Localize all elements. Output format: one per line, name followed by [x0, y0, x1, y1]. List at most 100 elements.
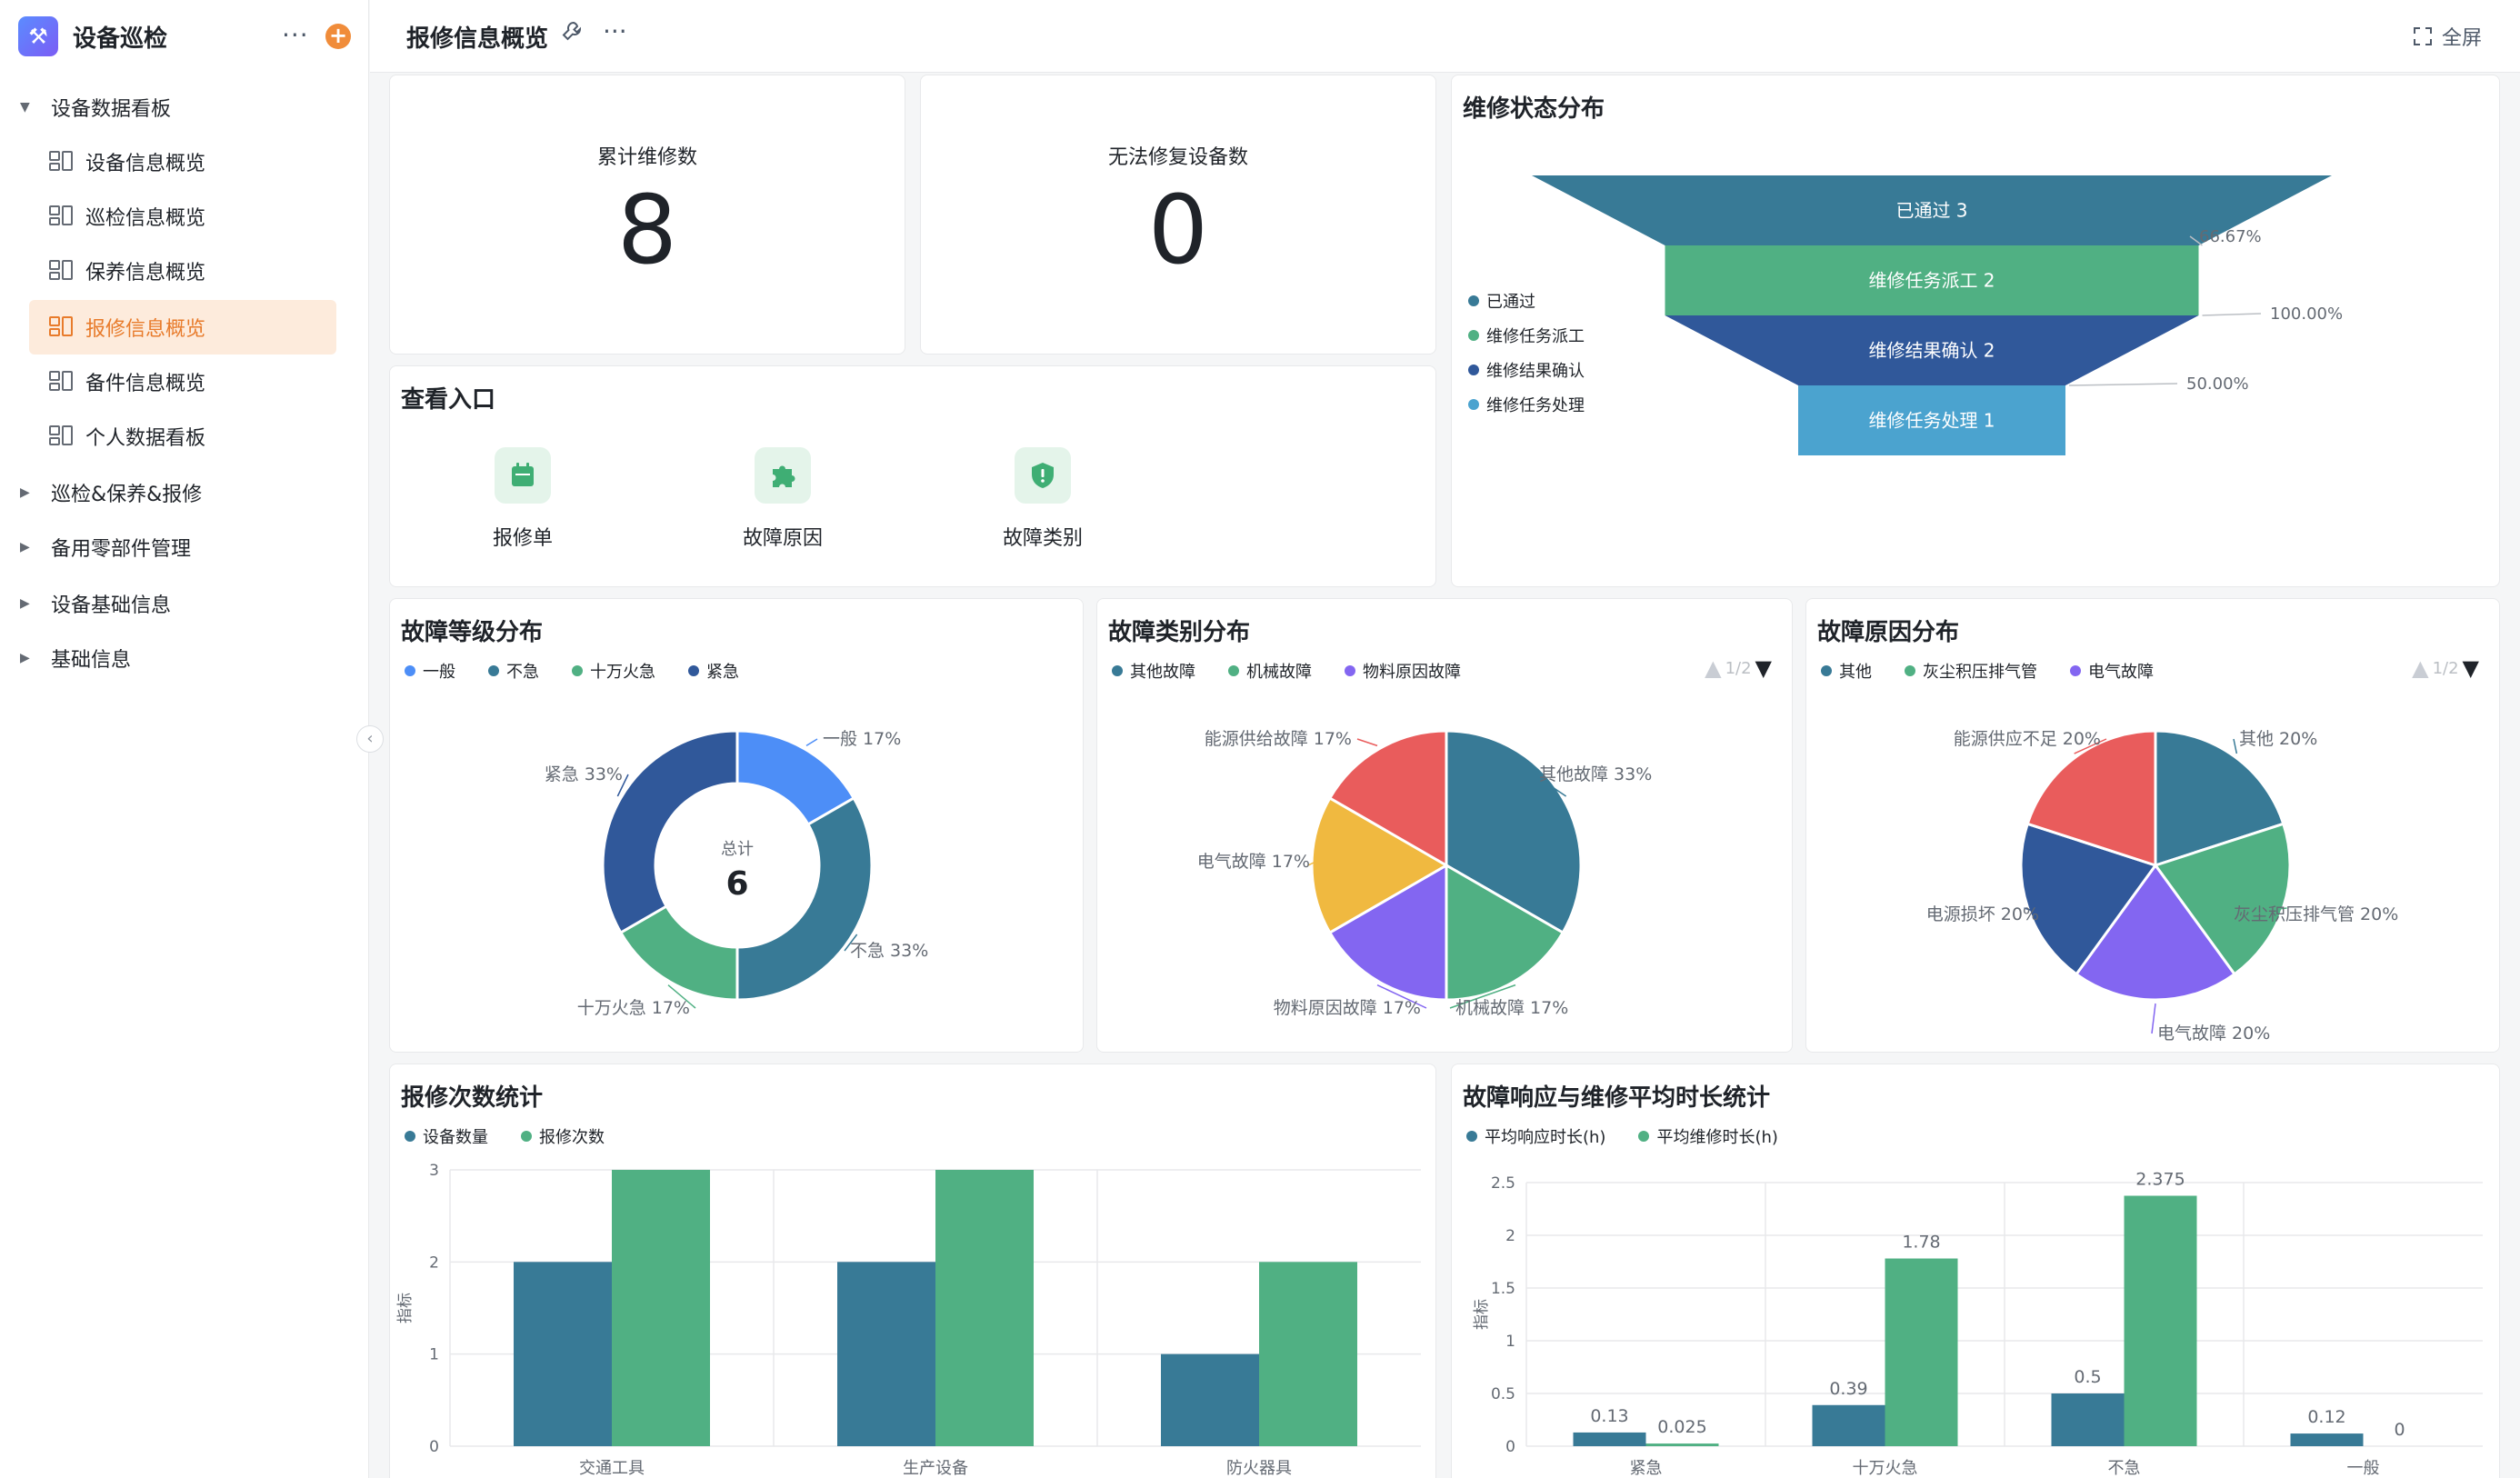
x-tick-label: 生产设备 — [903, 1459, 968, 1478]
y-tick-label: 0 — [1505, 1438, 1515, 1456]
slice-label: 能源供给故障 17% — [1205, 729, 1352, 749]
nav-page-maintenance-overview[interactable]: 保养信息概览 — [29, 244, 336, 298]
leader-line — [2202, 313, 2262, 316]
app-logo-icon: ⚒ — [18, 16, 58, 56]
entry-fault-cause[interactable]: 故障原因 — [715, 447, 851, 551]
add-icon[interactable]: + — [325, 24, 351, 49]
pie-card-fault-cause: 故障原因分布 其他 灰尘积压排气管 电气故障 ▲ 1/2 ▼ 其他 20% 灰尘积… — [1805, 598, 2500, 1053]
fullscreen-button[interactable]: 全屏 — [2413, 22, 2482, 51]
bar — [1645, 1443, 1719, 1446]
pie-card-fault-category: 故障类别分布 其他故障 机械故障 物料原因故障 ▲ 1/2 ▼ 其他故障 33%… — [1096, 598, 1793, 1053]
nav-group-inspection-maintenance-repair[interactable]: ▶ 巡检&保养&报修 — [0, 465, 369, 520]
bar — [2051, 1393, 2125, 1446]
kpi-card-unrepairable: 无法修复设备数 0 — [920, 75, 1436, 355]
bar — [837, 1262, 935, 1446]
bar-card-response-duration: 故障响应与维修平均时长统计 平均响应时长(h) 平均维修时长(h) 0 0.5 1 1… — [1451, 1064, 2500, 1478]
nav-page-label: 个人数据看板 — [85, 427, 206, 450]
bar — [2124, 1195, 2197, 1446]
bar — [1885, 1258, 1958, 1446]
collapse-sidebar-icon[interactable]: ‹ — [356, 725, 384, 753]
caret-right-icon: ▶ — [20, 651, 30, 665]
nav-page-personal-dashboard[interactable]: 个人数据看板 — [29, 409, 336, 464]
caret-right-icon: ▶ — [20, 596, 30, 611]
bar-value-label: 1.78 — [1902, 1233, 1940, 1253]
conversion-label: 100.00% — [2270, 305, 2343, 324]
dashboard-icon — [49, 151, 73, 173]
slice-label: 十万火急 17% — [577, 998, 690, 1018]
y-tick-label: 1 — [429, 1346, 439, 1364]
y-tick-label: 0.5 — [1491, 1385, 1515, 1403]
leader-line — [2068, 383, 2178, 386]
entry-repair-order[interactable]: 报修单 — [455, 447, 591, 551]
app-title: 设备巡检 — [73, 25, 168, 53]
leader-line — [2233, 738, 2238, 754]
dashboard-icon — [49, 260, 73, 282]
nav-group-device-basics[interactable]: ▶ 设备基础信息 — [0, 576, 369, 631]
bar-value-label: 0.39 — [1829, 1379, 1867, 1399]
nav-page-label: 保养信息概览 — [85, 262, 206, 285]
kpi-label: 无法修复设备数 — [1107, 146, 1248, 169]
bar-chart: 0 1 2 3 指标交通工具 生产设备 防火器具 — [396, 1162, 1421, 1478]
y-tick-label: 3 — [429, 1162, 439, 1180]
legend-label: 维修任务派工 — [1486, 327, 1585, 346]
nav-page-label: 备件信息概览 — [85, 373, 206, 395]
nav-group-label: 基础信息 — [51, 649, 132, 672]
dashboard-icon — [49, 425, 73, 447]
x-tick-label: 十万火急 — [1853, 1459, 1918, 1478]
top-bar: 报修信息概览 ··· 全屏 — [370, 0, 2520, 73]
pie-card-fault-level: 故障等级分布 一般 不急 十万火急 紧急 一般 17% 不急 33% 十万火急 17… — [389, 598, 1084, 1053]
bar-value-label: 0.5 — [2074, 1367, 2101, 1387]
nav-page-repair-overview[interactable]: 报修信息概览 — [29, 300, 336, 355]
nav-group-label: 备用零部件管理 — [51, 538, 192, 561]
y-axis-label: 指标 — [396, 1293, 415, 1323]
funnel-stage-label: 已通过 3 — [1895, 200, 1967, 222]
nav-page-inspection-overview[interactable]: 巡检信息概览 — [29, 189, 336, 244]
x-tick-label: 不急 — [2108, 1459, 2141, 1478]
slice-label: 电源损坏 20% — [1926, 904, 2039, 924]
kpi-value: 0 — [1147, 175, 1209, 285]
y-tick-label: 2 — [1505, 1227, 1515, 1245]
donut-chart: 一般 17% 不急 33% 十万火急 17% 紧急 33% 总计 6 — [545, 729, 929, 1018]
card-title: 查看入口 — [401, 386, 496, 414]
more-icon[interactable]: ··· — [603, 16, 627, 46]
sidebar: ⚒ 设备巡检 ··· + ▼ 设备数据看板 设备信息概览 巡检信息概览 保养信息… — [0, 0, 369, 1478]
nav-page-label: 巡检信息概览 — [85, 207, 206, 230]
bar-value-label: 0.12 — [2307, 1407, 2345, 1427]
x-tick-label: 交通工具 — [579, 1459, 645, 1478]
slice-label: 灰尘积压排气管 20% — [2234, 904, 2398, 924]
fullscreen-label: 全屏 — [2441, 27, 2482, 50]
entry-fault-category[interactable]: 故障类别 — [975, 447, 1111, 551]
pie-slice — [601, 729, 739, 935]
legend-label: 维修结果确认 — [1486, 362, 1585, 381]
nav-group-label: 设备数据看板 — [51, 98, 172, 121]
donut-center-label: 总计 — [721, 840, 754, 859]
slice-label: 机械故障 17% — [1455, 998, 1568, 1018]
bar — [935, 1170, 1034, 1446]
funnel-chart: 已通过维修任务派工维修结果确认维修任务处理 已通过 3 维修任务派工 2 维修结果确认… — [1468, 175, 2343, 455]
dashboard-icon — [49, 316, 73, 338]
kpi-card-total-repairs: 累计维修数 8 — [389, 75, 905, 355]
nav-group-dashboard[interactable]: ▼ 设备数据看板 — [0, 80, 369, 135]
caret-right-icon: ▶ — [20, 540, 30, 554]
bar — [1812, 1404, 1885, 1446]
funnel-stage-label: 维修任务处理 1 — [1868, 410, 1995, 432]
bar — [1259, 1262, 1357, 1446]
nav-group-basics[interactable]: ▶ 基础信息 — [0, 631, 369, 685]
bar — [514, 1262, 612, 1446]
nav-page-spare-parts-overview[interactable]: 备件信息概览 — [29, 355, 336, 409]
nav-group-spare-parts[interactable]: ▶ 备用零部件管理 — [0, 520, 369, 574]
slice-label: 其他 20% — [2239, 729, 2317, 749]
slice-label: 一般 17% — [823, 729, 901, 749]
wrench-icon[interactable] — [561, 20, 583, 47]
slice-label: 其他故障 33% — [1539, 764, 1652, 784]
slice-label: 能源供应不足 20% — [1954, 729, 2101, 749]
nav-group-label: 设备基础信息 — [51, 594, 172, 617]
kpi-label: 累计维修数 — [596, 146, 697, 169]
legend-marker — [1468, 399, 1479, 410]
app-header: ⚒ 设备巡检 — [0, 0, 369, 73]
bar — [1161, 1353, 1259, 1446]
leader-line — [2151, 1003, 2156, 1034]
conversion-label: 66.67% — [2199, 227, 2262, 246]
nav-page-device-overview[interactable]: 设备信息概览 — [29, 135, 336, 189]
more-icon[interactable]: ··· — [282, 20, 309, 50]
